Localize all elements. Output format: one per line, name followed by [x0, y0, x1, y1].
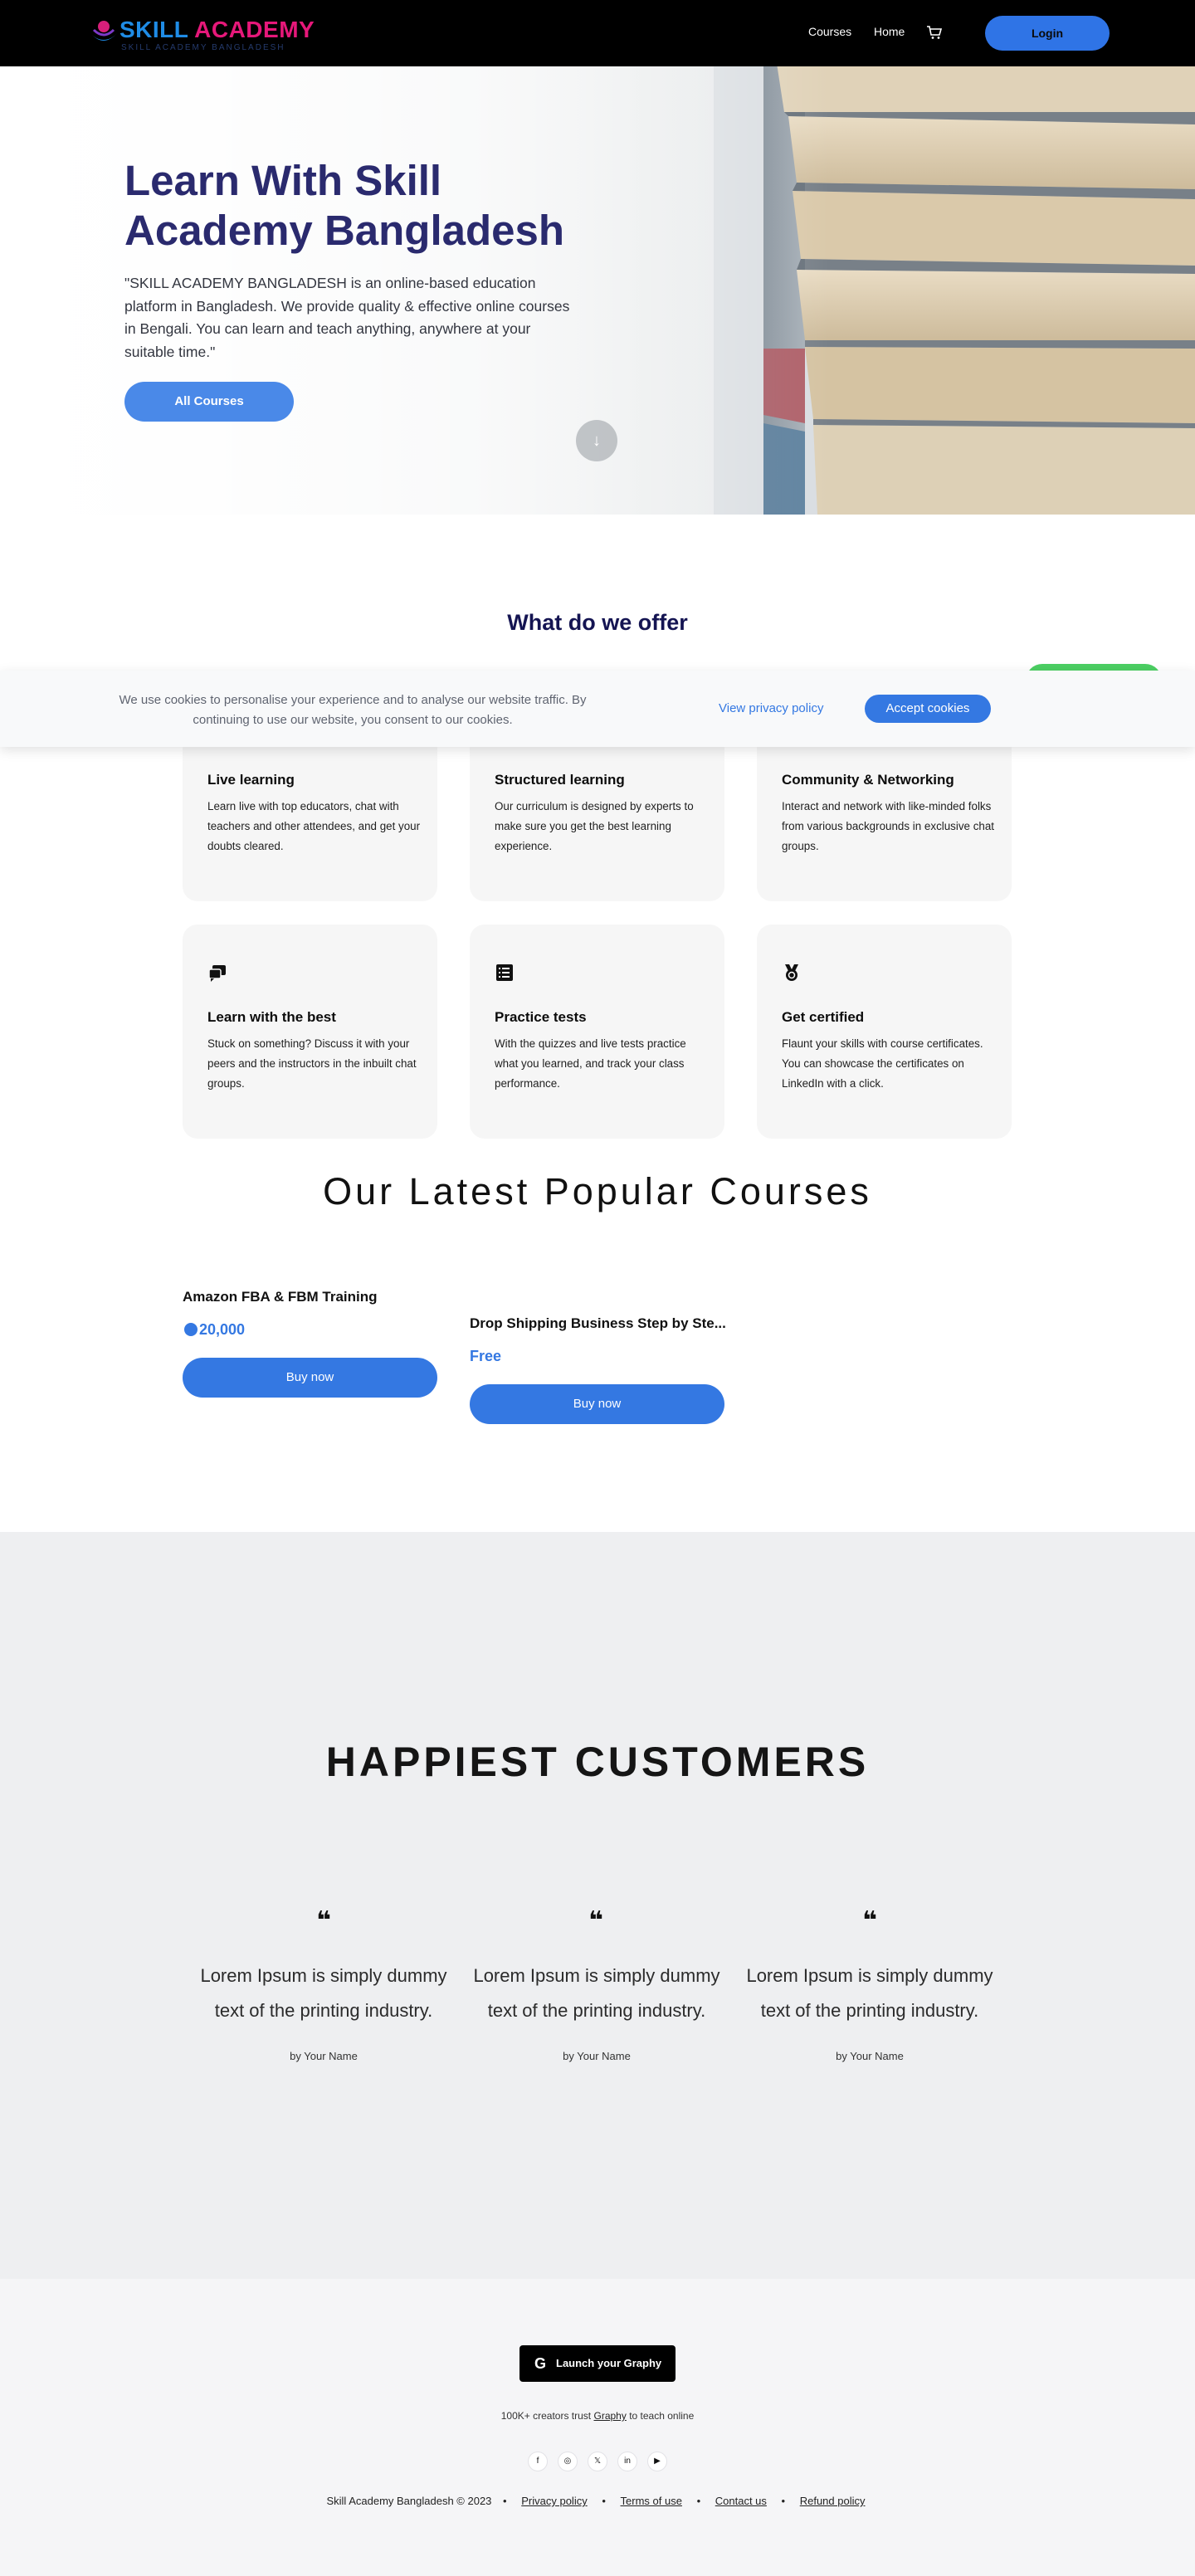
course-title[interactable]: Amazon FBA & FBM Training [183, 1289, 378, 1305]
terms-of-use-link[interactable]: Terms of use [621, 2495, 682, 2507]
card-description: Interact and network with like-minded fo… [782, 800, 995, 852]
list-icon [496, 964, 513, 981]
privacy-policy-link[interactable]: View privacy policy [719, 701, 823, 715]
quote-icon: ❝ [862, 1907, 877, 1934]
linkedin-icon[interactable]: in [617, 2452, 637, 2471]
testimonial-author: by Your Name [290, 2050, 358, 2062]
card-description: Our curriculum is designed by experts to… [495, 800, 694, 852]
quote-icon: ❝ [316, 1907, 331, 1934]
x-twitter-icon[interactable]: 𝕏 [588, 2452, 607, 2471]
hero-description: "SKILL ACADEMY BANGLADESH is an online-b… [124, 275, 570, 360]
card-description: With the quizzes and live tests practice… [495, 1037, 686, 1090]
nav-link-home[interactable]: Home [874, 25, 905, 38]
facebook-icon[interactable]: f [528, 2452, 548, 2471]
cookie-banner: We use cookies to personalise your exper… [0, 671, 1195, 747]
course-price: 20,000 [184, 1321, 245, 1339]
nav-link-courses[interactable]: Courses [808, 25, 851, 38]
instagram-icon[interactable]: ◎ [558, 2452, 578, 2471]
card-title: Practice tests [495, 1009, 587, 1025]
card-description: Learn live with top educators, chat with… [207, 800, 421, 852]
refund-policy-link[interactable]: Refund policy [800, 2495, 866, 2507]
copyright-bar: Skill Academy Bangladesh © 2023 • Privac… [326, 2495, 866, 2507]
buy-now-button[interactable]: Buy now [183, 1358, 437, 1398]
testimonial-author: by Your Name [563, 2050, 631, 2062]
all-courses-button[interactable]: All Courses [124, 382, 294, 422]
badge-icon [785, 964, 798, 981]
logo-icon [90, 21, 117, 41]
offer-title: What do we offer [507, 610, 688, 635]
card-description: Flaunt your skills with course certifica… [782, 1037, 983, 1090]
scroll-down-icon[interactable]: ↓ [576, 420, 617, 461]
top-nav: SKILL ACADEMY SKILL ACADEMY BANGLADESH C… [0, 0, 1195, 66]
logo-subtext: SKILL ACADEMY BANGLADESH [121, 43, 285, 52]
buy-now-button[interactable]: Buy now [470, 1384, 724, 1424]
card-title: Community & Networking [782, 772, 954, 788]
chat-icon [208, 965, 226, 982]
offer-card-get-certified: Get certified Flaunt your skills with co… [757, 925, 1012, 1139]
youtube-icon[interactable]: ▶ [647, 2452, 667, 2471]
courses-title: Our Latest Popular Courses [323, 1170, 872, 1212]
graphy-logo-icon: G [534, 2355, 547, 2372]
testimonials-section: HAPPIEST CUSTOMERS ❝ Lorem Ipsum is simp… [0, 1532, 1195, 2279]
card-description: Stuck on something? Discuss it with your… [207, 1037, 417, 1090]
testimonial-quote: Lorem Ipsum is simply dummy text of the … [746, 1965, 993, 2021]
graphy-link[interactable]: Graphy [593, 2410, 626, 2422]
footer: G Launch your Graphy 100K+ creators trus… [0, 2279, 1195, 2576]
currency-icon [184, 1323, 198, 1336]
accept-cookies-button[interactable]: Accept cookies [865, 695, 991, 723]
trust-text: 100K+ creators trust Graphy to teach onl… [500, 2410, 695, 2422]
launch-graphy-button[interactable]: G Launch your Graphy [519, 2345, 676, 2382]
testimonials-title: HAPPIEST CUSTOMERS [325, 1739, 870, 1785]
logo-text: SKILL ACADEMY [120, 17, 315, 42]
card-title: Live learning [207, 772, 295, 788]
card-title: Get certified [782, 1009, 865, 1025]
hero-section: Learn With Skill Academy Bangladesh "SKI… [0, 66, 1195, 515]
offer-card-learn-with-best: Learn with the best Stuck on something? … [183, 925, 437, 1139]
testimonial-quote: Lorem Ipsum is simply dummy text of the … [200, 1965, 447, 2021]
copyright-text: Skill Academy Bangladesh © 2023 [326, 2495, 492, 2507]
login-button[interactable]: Login [985, 16, 1110, 51]
card-title: Learn with the best [207, 1009, 336, 1025]
course-title[interactable]: Drop Shipping Business Step by Ste... [470, 1315, 726, 1332]
logo[interactable]: SKILL ACADEMY SKILL ACADEMY BANGLADESH [86, 13, 315, 53]
cart-icon[interactable] [926, 24, 943, 41]
privacy-policy-link[interactable]: Privacy policy [521, 2495, 587, 2507]
contact-us-link[interactable]: Contact us [715, 2495, 767, 2507]
cookie-text: We use cookies to personalise your exper… [119, 693, 587, 727]
hero-title: Learn With Skill Academy Bangladesh [124, 157, 565, 254]
card-title: Structured learning [495, 772, 625, 788]
course-price: Free [470, 1348, 502, 1364]
testimonial-quote: Lorem Ipsum is simply dummy text of the … [473, 1965, 720, 2021]
quote-icon: ❝ [588, 1907, 603, 1934]
offer-card-practice-tests: Practice tests With the quizzes and live… [470, 925, 724, 1139]
testimonial-author: by Your Name [836, 2050, 904, 2062]
